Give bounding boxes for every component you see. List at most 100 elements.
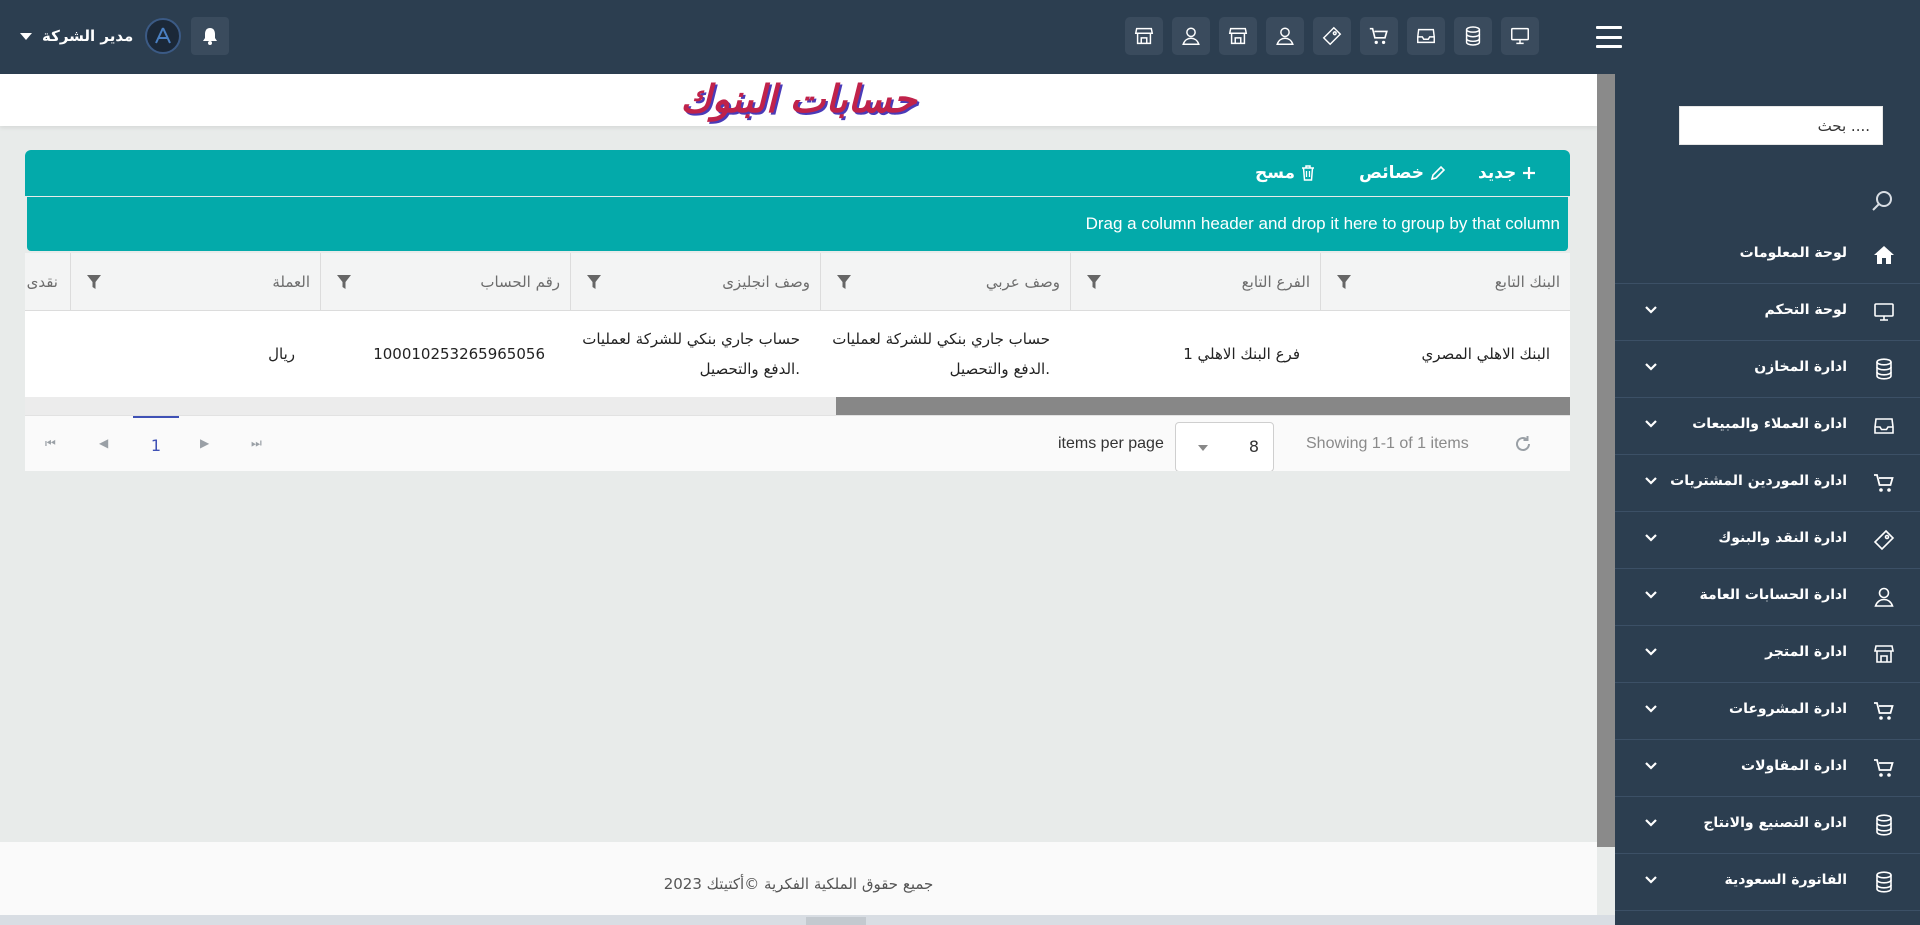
quick-store-button[interactable] — [1219, 17, 1257, 55]
filter-icon[interactable] — [587, 275, 601, 289]
sidebar-item-projects[interactable]: ادارة المشروعات — [1615, 683, 1920, 740]
user-menu[interactable]: مدير الشركة — [20, 17, 230, 55]
sidebar-search-input[interactable] — [1679, 106, 1883, 145]
cart-icon — [1874, 759, 1894, 777]
filter-icon[interactable] — [1337, 275, 1351, 289]
filter-icon[interactable] — [337, 275, 351, 289]
prev-page-icon[interactable]: ◀ — [99, 436, 108, 450]
new-button[interactable]: جديد — [1478, 150, 1536, 196]
column-label: وصف انجليزى — [722, 273, 810, 291]
top-bar: مدير الشركة — [0, 0, 1920, 74]
sidebar-item-cash-banks[interactable]: ادارة النقد والبنوك — [1615, 512, 1920, 569]
notifications-button[interactable] — [191, 17, 230, 55]
chevron-down-icon[interactable] — [1645, 762, 1657, 770]
column-label: وصف عربي — [985, 273, 1060, 291]
chevron-down-icon[interactable] — [1645, 876, 1657, 884]
sidebar-item-store[interactable]: ادارة المتجر — [1615, 626, 1920, 683]
search-icon[interactable] — [1870, 189, 1894, 213]
ticket-icon — [1873, 529, 1895, 551]
quick-ticket-button[interactable] — [1313, 17, 1351, 55]
sidebar-item-saudi-invoice[interactable]: الفاتورة السعودية — [1615, 854, 1920, 911]
column-header-branch[interactable]: الفرع التابع — [1070, 253, 1320, 311]
column-header-bank[interactable]: البنك التابع — [1320, 253, 1570, 311]
horizontal-scrollbar-thumb[interactable] — [836, 397, 1570, 415]
delete-label: مسح — [1255, 163, 1296, 183]
sidebar-item-label: ادارة المقاولات — [1741, 758, 1847, 774]
store-icon — [1874, 645, 1894, 663]
quick-database-button[interactable] — [1454, 17, 1492, 55]
hamburger-menu-icon[interactable] — [1596, 26, 1622, 48]
sidebar-nav: لوحة المعلومات لوحة التحكم ادارة المخازن… — [1615, 227, 1920, 911]
chevron-down-icon[interactable] — [1645, 648, 1657, 656]
chevron-down-icon[interactable] — [1645, 591, 1657, 599]
quick-cart-button[interactable] — [1360, 17, 1398, 55]
next-page-icon[interactable]: ▶ — [200, 436, 209, 450]
table-row[interactable]: البنك الاهلي المصري فرع البنك الاهلي 1 ح… — [25, 311, 1570, 397]
column-header-cash[interactable]: نقدى — [25, 253, 70, 311]
home-icon — [1874, 246, 1894, 264]
sidebar-item-label: ادارة الموردين المشتريات — [1670, 473, 1847, 489]
cell-desc-ar: حساب جاري بنكي للشركة لعمليات الدفع والت… — [832, 330, 1050, 378]
user-icon — [1874, 587, 1894, 607]
database-icon — [1876, 814, 1892, 836]
last-page-icon[interactable]: ⏭ — [251, 436, 262, 451]
footer: جميع حقوق الملكية الفكرية ©أكتيتك 2023 — [0, 842, 1597, 921]
bell-icon — [203, 28, 218, 45]
column-header-currency[interactable]: العملة — [70, 253, 320, 311]
sidebar-item-manufacturing[interactable]: ادارة التصنيع والانتاج — [1615, 797, 1920, 854]
properties-label: خصائص — [1359, 163, 1424, 183]
quick-store-button[interactable] — [1125, 17, 1163, 55]
page-horizontal-scrollbar-thumb[interactable] — [806, 917, 866, 925]
chevron-down-icon[interactable] — [1645, 477, 1657, 485]
refresh-icon[interactable] — [1514, 435, 1532, 453]
cell-desc-en: حساب جاري بنكي للشركة لعمليات الدفع والت… — [582, 330, 800, 378]
group-drop-area[interactable]: Drag a column header and drop it here to… — [27, 197, 1568, 251]
sidebar-item-control-panel[interactable]: لوحة التحكم — [1615, 284, 1920, 341]
database-icon — [1876, 871, 1892, 893]
store-icon — [1228, 27, 1248, 45]
sidebar-item-label: لوحة المعلومات — [1739, 245, 1847, 261]
sidebar-item-label: ادارة العملاء والمبيعات — [1692, 416, 1847, 432]
column-header-desc-ar[interactable]: وصف عربي — [820, 253, 1070, 311]
chevron-down-icon[interactable] — [1645, 363, 1657, 371]
items-per-page-select[interactable]: 8 — [1175, 422, 1274, 471]
chevron-down-icon[interactable] — [1645, 705, 1657, 713]
sidebar-item-label: ادارة المخازن — [1754, 359, 1847, 375]
filter-icon[interactable] — [837, 275, 851, 289]
vertical-scrollbar[interactable] — [1597, 74, 1615, 847]
column-header-desc-en[interactable]: وصف انجليزى — [570, 253, 820, 311]
column-header-account-no[interactable]: رقم الحساب — [320, 253, 570, 311]
sidebar-item-suppliers-purchases[interactable]: ادارة الموردين المشتريات — [1615, 455, 1920, 512]
sidebar-item-general-accounts[interactable]: ادارة الحسابات العامة — [1615, 569, 1920, 626]
quick-monitor-button[interactable] — [1501, 17, 1539, 55]
first-page-icon[interactable]: ⏮ — [45, 436, 56, 451]
quick-access-bar — [1125, 17, 1539, 55]
grid-toolbar: جديد خصائص مسح — [25, 150, 1570, 196]
chevron-down-icon[interactable] — [1645, 534, 1657, 542]
sidebar-item-warehouses[interactable]: ادارة المخازن — [1615, 341, 1920, 398]
page-number-current[interactable]: 1 — [133, 416, 179, 471]
properties-button[interactable]: خصائص — [1359, 150, 1446, 196]
inbox-icon — [1874, 418, 1894, 434]
chevron-down-icon[interactable] — [1645, 819, 1657, 827]
quick-user-button[interactable] — [1266, 17, 1304, 55]
sidebar-item-customers-sales[interactable]: ادارة العملاء والمبيعات — [1615, 398, 1920, 455]
filter-icon[interactable] — [87, 275, 101, 289]
chevron-down-icon[interactable] — [1645, 420, 1657, 428]
chevron-down-icon[interactable] — [1645, 306, 1657, 314]
caret-down-icon[interactable] — [20, 32, 32, 40]
page-title: حسابات البنوك — [680, 76, 917, 121]
sidebar-item-dashboard[interactable]: لوحة المعلومات — [1615, 227, 1920, 284]
store-icon — [1134, 27, 1154, 45]
quick-user-button[interactable] — [1172, 17, 1210, 55]
sidebar-item-label: ادارة المشروعات — [1729, 701, 1847, 717]
page-header: حسابات البنوك — [0, 74, 1597, 126]
filter-icon[interactable] — [1087, 275, 1101, 289]
user-name[interactable]: مدير الشركة — [42, 27, 133, 45]
avatar[interactable] — [145, 18, 182, 54]
cart-icon — [1874, 474, 1894, 492]
sidebar: لوحة المعلومات لوحة التحكم ادارة المخازن… — [1615, 74, 1920, 925]
sidebar-item-contracting[interactable]: ادارة المقاولات — [1615, 740, 1920, 797]
delete-button[interactable]: مسح — [1255, 150, 1315, 196]
quick-inbox-button[interactable] — [1407, 17, 1445, 55]
